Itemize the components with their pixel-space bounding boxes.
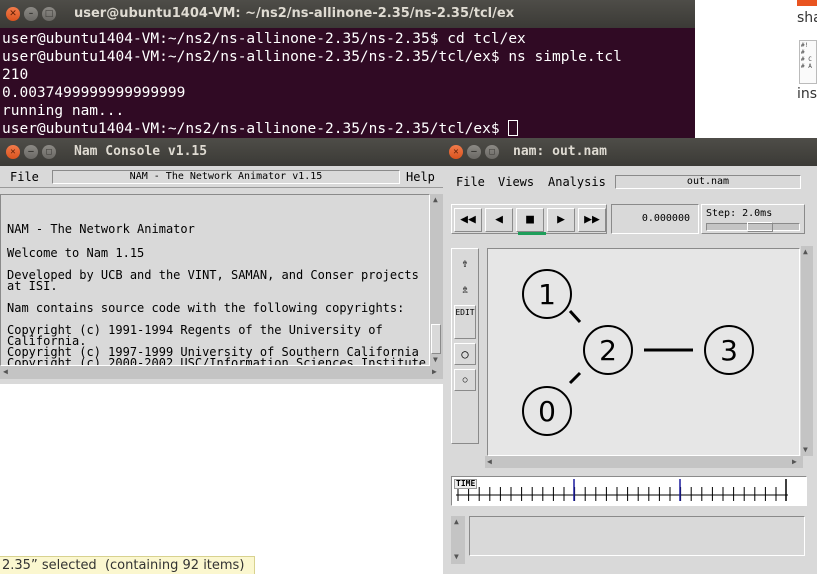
- stop-icon[interactable]: ■: [516, 208, 544, 232]
- scroll-right-icon[interactable]: ▶: [792, 457, 797, 466]
- background-file-preview: #! # # C # A: [799, 40, 817, 84]
- terminal-prompt-line: user@ubuntu1404-VM:~/ns2/ns-allinone-2.3…: [2, 120, 692, 138]
- nam-views-menu[interactable]: Views: [498, 175, 534, 189]
- terminal-window[interactable]: ✕ – □ user@ubuntu1404-VM: ~/ns2/ns-allin…: [0, 0, 695, 140]
- console-header-label: NAM - The Network Animator v1.15: [52, 170, 400, 184]
- nam-console-title: Nam Console v1.15: [74, 144, 208, 159]
- console-line: at ISI.: [7, 279, 58, 293]
- terminal-prompt: user@ubuntu1404-VM:~/ns2/ns-allinone-2.3…: [2, 121, 509, 137]
- zoom-in-icon[interactable]: ⇮: [454, 253, 476, 275]
- nam-console-titlebar[interactable]: ✕ – □ Nam Console v1.15: [0, 138, 443, 166]
- background-file-label: sha: [797, 10, 817, 26]
- console-line: NAM - The Network Animator: [7, 222, 195, 236]
- terminal-line: user@ubuntu1404-VM:~/ns2/ns-allinone-2.3…: [2, 31, 526, 47]
- nam-analysis-menu[interactable]: Analysis: [548, 175, 606, 189]
- topology-graph: 1 2 3 0: [522, 269, 754, 436]
- console-line: Developed by UCB and the VINT, SAMAN, an…: [7, 268, 419, 282]
- terminal-cursor: [508, 120, 519, 136]
- scroll-down-icon[interactable]: ▼: [803, 445, 808, 454]
- node-0[interactable]: 0: [522, 386, 572, 436]
- terminal-line: 0.0037499999999999999: [2, 85, 186, 101]
- step-slider[interactable]: [706, 222, 800, 232]
- console-scroll-thumb[interactable]: [431, 324, 441, 354]
- console-file-menu[interactable]: File: [10, 170, 39, 184]
- node-label: 2: [599, 334, 617, 367]
- scroll-up-icon[interactable]: ▲: [803, 247, 808, 256]
- maximize-icon[interactable]: □: [485, 145, 499, 159]
- nam-main-titlebar[interactable]: ✕ – □ nam: out.nam: [443, 138, 817, 166]
- node-3[interactable]: 3: [704, 325, 754, 375]
- rewind-icon[interactable]: ◀◀: [454, 208, 482, 232]
- nam-file-menu[interactable]: File: [456, 175, 485, 189]
- timeline-slider[interactable]: TIME: [451, 476, 807, 506]
- scroll-down-icon[interactable]: ▼: [454, 552, 459, 561]
- transport-controls: ◀◀ ◀ ■ ▶ ▶▶: [451, 204, 607, 235]
- step-control: Step: 2.0ms: [701, 204, 805, 234]
- scroll-up-icon[interactable]: ▲: [433, 195, 438, 204]
- console-line: Nam contains source code with the follow…: [7, 301, 405, 315]
- console-line: Welcome to Nam 1.15: [7, 246, 145, 260]
- maximize-icon[interactable]: □: [42, 145, 56, 159]
- step-label: Step: 2.0ms: [706, 208, 773, 219]
- scroll-left-icon[interactable]: ◀: [487, 457, 492, 466]
- console-text-area[interactable]: NAM - The Network Animator Welcome to Na…: [0, 194, 430, 366]
- canvas-horizontal-scrollbar[interactable]: ◀ ▶: [485, 456, 803, 468]
- nam-menubar: File Views Analysis out.nam: [443, 168, 817, 196]
- scroll-down-icon[interactable]: ▼: [433, 355, 438, 364]
- terminal-titlebar[interactable]: ✕ – □ user@ubuntu1404-VM: ~/ns2/ns-allin…: [0, 0, 695, 28]
- node-tool-icon[interactable]: ○: [454, 343, 476, 365]
- node-label: 3: [720, 334, 738, 367]
- zoom-out-icon[interactable]: ⇯: [454, 279, 476, 301]
- background-file-label-2: ins: [797, 86, 817, 102]
- nam-console-window[interactable]: ✕ – □ Nam Console v1.15 File NAM - The N…: [0, 138, 443, 384]
- play-backward-icon[interactable]: ◀: [485, 208, 513, 232]
- node-1[interactable]: 1: [522, 269, 572, 319]
- terminal-output[interactable]: user@ubuntu1404-VM:~/ns2/ns-allinone-2.3…: [2, 30, 692, 138]
- console-horizontal-scrollbar[interactable]: ◀ ▶: [0, 366, 443, 379]
- close-icon[interactable]: ✕: [449, 145, 463, 159]
- console-vertical-scrollbar[interactable]: ▲ ▼: [430, 194, 443, 366]
- terminal-line: running nam...: [2, 103, 125, 119]
- node-label: 1: [538, 278, 556, 311]
- console-menubar: File NAM - The Network Animator v1.15 He…: [0, 166, 443, 188]
- edit-mode-button[interactable]: EDIT: [454, 305, 476, 339]
- maximize-icon[interactable]: □: [42, 7, 56, 21]
- link-tool-icon[interactable]: ○: [454, 369, 476, 391]
- fast-forward-icon[interactable]: ▶▶: [578, 208, 606, 232]
- minimize-icon[interactable]: –: [24, 7, 38, 21]
- status-toast: 2.35” selected (containing 92 items): [0, 556, 256, 574]
- canvas-vertical-scrollbar[interactable]: ▲ ▼: [801, 246, 813, 456]
- terminal-line: user@ubuntu1404-VM:~/ns2/ns-allinone-2.3…: [2, 49, 622, 65]
- terminal-line: 210: [2, 67, 29, 83]
- scroll-up-icon[interactable]: ▲: [454, 517, 459, 526]
- nam-main-title: nam: out.nam: [513, 144, 607, 159]
- edit-toolbar: ⇮ ⇯ EDIT ○ ○: [451, 248, 479, 444]
- step-slider-knob[interactable]: [747, 222, 773, 232]
- info-panel[interactable]: [469, 516, 805, 556]
- console-help-menu[interactable]: Help: [406, 170, 435, 184]
- close-icon[interactable]: ✕: [6, 145, 20, 159]
- console-line: Copyright (c) 2000-2002 USC/Information …: [7, 356, 427, 366]
- terminal-title: user@ubuntu1404-VM: ~/ns2/ns-allinone-2.…: [74, 6, 515, 21]
- timeline-ticks: [456, 479, 788, 501]
- info-vertical-scrollbar[interactable]: ▲ ▼: [451, 516, 465, 564]
- time-display: 0.000000: [611, 204, 699, 234]
- timeline-time-tag[interactable]: TIME: [454, 479, 478, 489]
- scroll-left-icon[interactable]: ◀: [3, 367, 8, 376]
- stop-active-indicator: [518, 232, 546, 235]
- minimize-icon[interactable]: –: [467, 145, 481, 159]
- nam-main-window[interactable]: ✕ – □ nam: out.nam File Views Analysis o…: [443, 138, 817, 574]
- link-1-2: [568, 309, 582, 324]
- minimize-icon[interactable]: –: [24, 145, 38, 159]
- node-2[interactable]: 2: [583, 325, 633, 375]
- animation-canvas[interactable]: 1 2 3 0: [487, 248, 800, 456]
- background-accent-bar: [797, 0, 817, 6]
- scroll-right-icon[interactable]: ▶: [432, 367, 437, 376]
- nam-file-label: out.nam: [615, 175, 801, 189]
- play-forward-icon[interactable]: ▶: [547, 208, 575, 232]
- close-icon[interactable]: ✕: [6, 7, 20, 21]
- node-label: 0: [538, 395, 556, 428]
- link-0-2: [568, 371, 582, 385]
